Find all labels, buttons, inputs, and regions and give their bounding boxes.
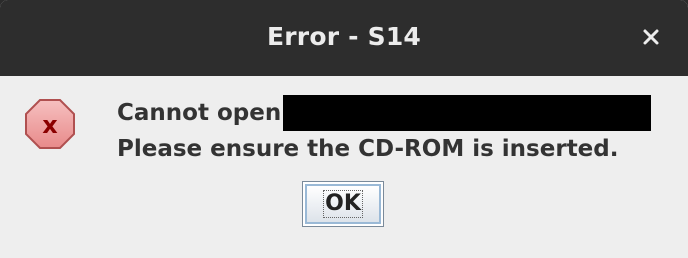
titlebar: Error - S14 [0, 0, 688, 76]
ok-button[interactable]: OK [302, 181, 384, 227]
ok-button-face[interactable]: OK [305, 184, 381, 224]
close-icon[interactable] [642, 28, 660, 46]
dialog-body: x Cannot open Please ensure the CD-ROM i… [0, 76, 688, 258]
close-button[interactable] [636, 22, 666, 52]
message-prefix: Cannot open [117, 100, 282, 126]
error-icon: x [25, 99, 75, 149]
window-title: Error - S14 [266, 22, 422, 51]
redacted-filename [283, 95, 652, 131]
svg-text:x: x [42, 111, 58, 139]
message-line-2: Please ensure the CD-ROM is inserted. [117, 136, 619, 162]
error-dialog: Error - S14 x Cannot open Please ensure … [0, 0, 688, 258]
message-line-1: Cannot open [117, 95, 652, 131]
error-message: Cannot open Please ensure the CD-ROM is … [117, 95, 652, 167]
ok-button-label: OK [323, 190, 363, 218]
